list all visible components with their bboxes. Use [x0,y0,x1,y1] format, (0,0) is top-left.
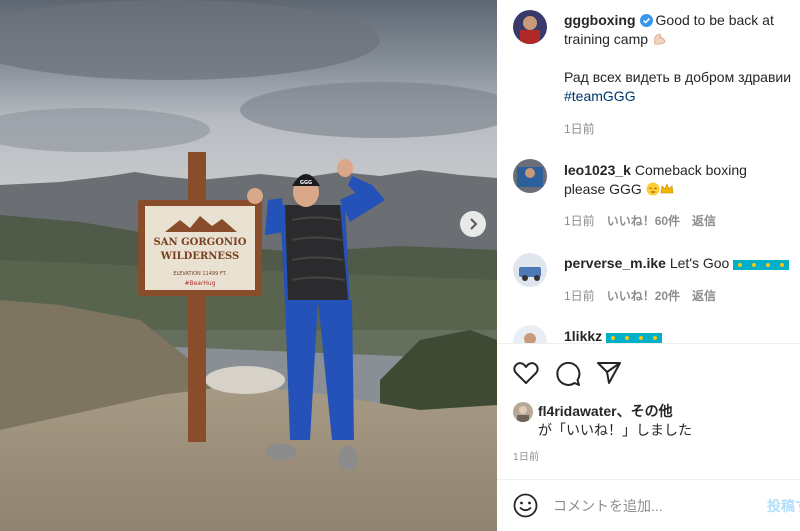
comment-icon[interactable] [555,361,581,387]
comment-1-text-line2: please GGG [564,180,674,199]
emoji-icon[interactable] [513,493,538,518]
comment-3-username[interactable]: 1likkz [564,328,602,343]
flexed-biceps-icon [653,33,666,45]
heart-icon[interactable] [513,361,539,385]
kazakhstan-flag-icon [747,260,762,270]
comment-1-likes[interactable]: いいね！60件 [607,214,680,228]
post-comment-button[interactable]: 投稿する [767,496,800,516]
kazakhstan-flag-icon [620,333,635,343]
caption-username[interactable]: gggboxing [564,12,636,28]
sign-line2: WILDERNESS [160,251,240,262]
comment-2-meta: 1日前 いいね！20件 返信 [564,287,716,304]
kazakhstan-flag-icon [761,260,776,270]
sign-line3: ELEVATION 11499 FT. [173,271,227,277]
kazakhstan-flag-icon [775,260,790,270]
likes-summary-line1: fl4ridawater、その他 [538,402,673,421]
caption-hashtag[interactable]: #teamGGG [564,87,636,106]
kazakhstan-flag-icon [733,260,748,270]
likes-others[interactable]: 、その他 [617,403,673,419]
instagram-post-view: SAN GORGONIO WILDERNESS ELEVATION 11499 … [0,0,800,531]
sign-line4: #BearHug [184,280,215,287]
kazakhstan-flag-icons [733,255,790,271]
comment-2-likes[interactable]: いいね！20件 [607,289,680,303]
post-sidebar: gggboxing Good to be back at training cam… [497,0,800,531]
caption-line1: Good to be back at [655,12,774,28]
photo-scene: SAN GORGONIO WILDERNESS ELEVATION 11499 … [0,0,497,531]
post-time: 1日前 [513,452,540,463]
kazakhstan-flag-icons [606,328,663,343]
comment-1-text: leo1023_k Comeback boxing [564,162,747,178]
comment-input[interactable] [553,496,753,516]
comments-list[interactable]: gggboxing Good to be back at training cam… [497,0,800,343]
avatar[interactable] [513,10,547,44]
comment-2-reply-button[interactable]: 返信 [692,289,716,303]
comment-3-text: 1likkz [564,327,663,343]
likes-summary-line2: が「いいね！」しました [538,422,692,438]
rock [205,366,285,394]
post-photo[interactable]: SAN GORGONIO WILDERNESS ELEVATION 11499 … [0,0,497,531]
svg-text:GGG: GGG [300,180,312,186]
avatar[interactable] [513,253,547,287]
comment-2-text: perverse_m.ike Let's Goo [564,254,790,273]
comment-1-meta: 1日前 いいね！60件 返信 [564,212,716,229]
comment-1-reply-button[interactable]: 返信 [692,214,716,228]
caption-line2-row: training camp [564,30,667,49]
avatar[interactable] [513,325,547,343]
avatar[interactable] [513,159,547,193]
share-icon[interactable] [596,361,622,385]
sign-post [188,152,206,442]
likes-username[interactable]: fl4ridawater [538,403,617,419]
divider [497,343,800,344]
kazakhstan-flag-icon [634,333,649,343]
caption-line3: Рад всех видеть в добром здравии [564,69,792,85]
kazakhstan-flag-icon [648,333,663,343]
comment-2-username[interactable]: perverse_m.ike [564,255,666,271]
caption: gggboxing Good to be back at [564,11,774,30]
caption-line2: training camp [564,31,649,47]
crown-icon [660,183,674,194]
caption-time: 1日前 [564,122,595,136]
chevron-right-icon [470,218,478,230]
comment-form: 投稿する [497,480,800,531]
next-photo-button[interactable] [460,211,486,237]
comment-2-time: 1日前 [564,289,595,303]
comment-1-username[interactable]: leo1023_k [564,162,631,178]
avatar[interactable] [513,402,533,422]
comment-1-time: 1日前 [564,214,595,228]
verified-badge-icon [639,14,653,27]
pensive-face-icon [646,182,660,196]
sign-line1: SAN GORGONIO [154,237,247,248]
kazakhstan-flag-icon [606,333,621,343]
